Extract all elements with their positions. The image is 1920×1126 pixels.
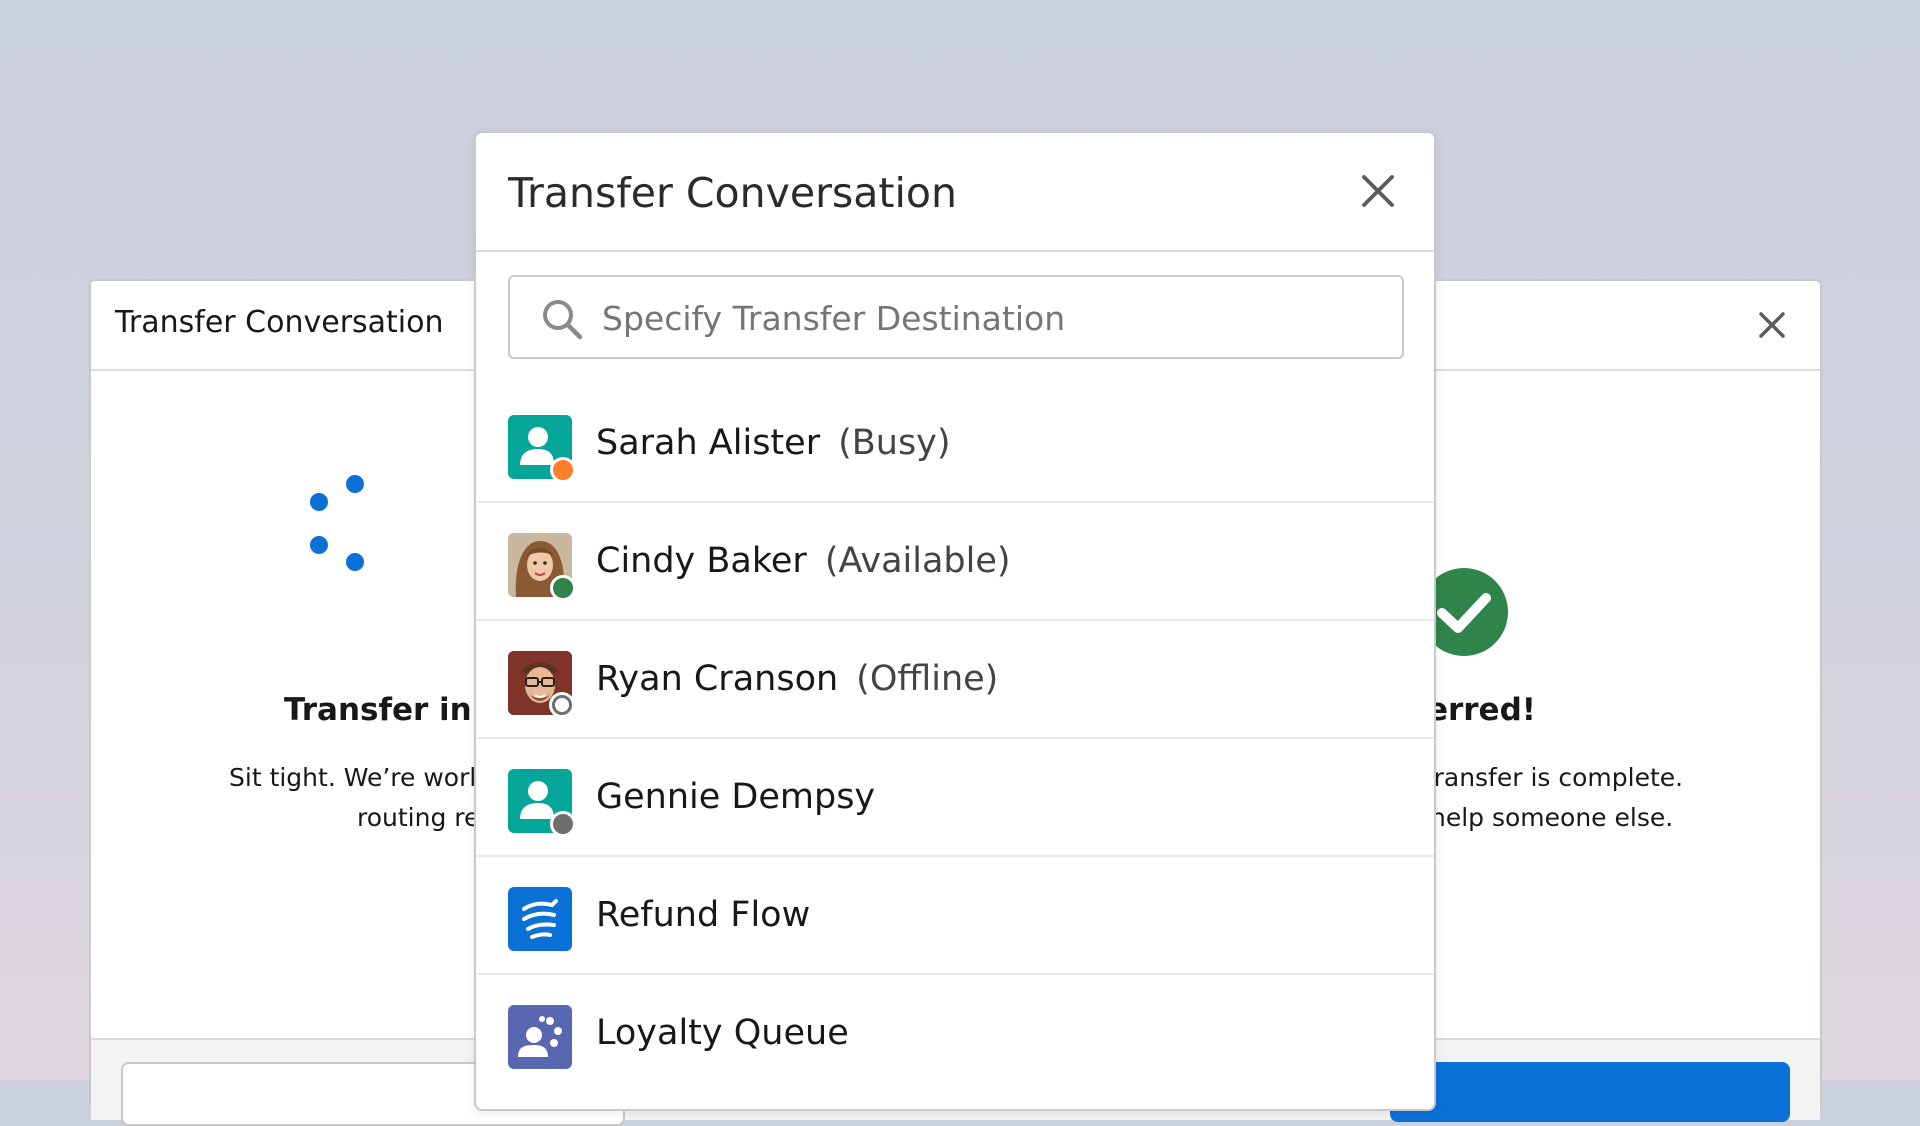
close-icon[interactable] bbox=[1358, 171, 1398, 211]
transfer-destination-search-input[interactable] bbox=[600, 287, 1394, 349]
photo-man-avatar bbox=[508, 651, 572, 715]
transfer-in-progress-text: Sit tight. We’re workir bbox=[229, 763, 502, 792]
status-available-icon bbox=[550, 575, 576, 601]
item-status: (Busy) bbox=[838, 423, 951, 463]
loading-spinner-icon bbox=[310, 470, 370, 571]
item-status: (Offline) bbox=[856, 659, 999, 699]
status-busy-icon bbox=[550, 457, 576, 483]
item-name: Ryan Cranson bbox=[596, 659, 839, 699]
item-name: Refund Flow bbox=[596, 895, 811, 935]
item-name: Gennie Dempsy bbox=[596, 777, 876, 817]
item-name: Cindy Baker bbox=[596, 541, 807, 581]
list-item-loyalty-queue[interactable]: Loyalty Queue bbox=[476, 975, 1434, 1091]
user-icon bbox=[508, 769, 576, 837]
flow-icon bbox=[508, 887, 572, 951]
list-item-refund-flow[interactable]: Refund Flow bbox=[476, 857, 1434, 975]
background-dialog-title: Transfer Conversation bbox=[115, 305, 444, 340]
transfer-complete-text: n transfer is complete. bbox=[1400, 763, 1684, 792]
transfer-complete-text: help someone else. bbox=[1430, 803, 1674, 832]
item-status: (Available) bbox=[824, 541, 1011, 581]
modal-header: Transfer Conversation bbox=[476, 133, 1434, 252]
item-name: Loyalty Queue bbox=[596, 1013, 849, 1053]
list-item-sarah-alister[interactable]: Sarah Alister (Busy) bbox=[476, 385, 1434, 503]
transfer-destination-list: Sarah Alister (Busy) Cindy Baker (Availa… bbox=[476, 385, 1434, 1091]
search-box bbox=[508, 275, 1404, 359]
modal-title: Transfer Conversation bbox=[508, 169, 957, 217]
user-icon bbox=[508, 415, 576, 483]
status-away-icon bbox=[550, 811, 576, 837]
queue-icon bbox=[508, 1005, 572, 1069]
primary-button[interactable] bbox=[1390, 1062, 1790, 1122]
list-item-ryan-cranson[interactable]: Ryan Cranson (Offline) bbox=[476, 621, 1434, 739]
status-offline-icon bbox=[552, 695, 572, 715]
list-item-gennie-dempsy[interactable]: Gennie Dempsy bbox=[476, 739, 1434, 857]
transfer-conversation-modal: Transfer Conversation Sar bbox=[474, 131, 1436, 1111]
photo-woman-avatar bbox=[508, 533, 576, 601]
close-icon[interactable] bbox=[1752, 305, 1792, 345]
list-item-cindy-baker[interactable]: Cindy Baker (Available) bbox=[476, 503, 1434, 621]
item-name: Sarah Alister bbox=[596, 423, 821, 463]
search-icon bbox=[543, 300, 583, 340]
transfer-in-progress-title: Transfer in p bbox=[284, 692, 505, 728]
transfer-in-progress-text: routing rec bbox=[357, 803, 494, 832]
